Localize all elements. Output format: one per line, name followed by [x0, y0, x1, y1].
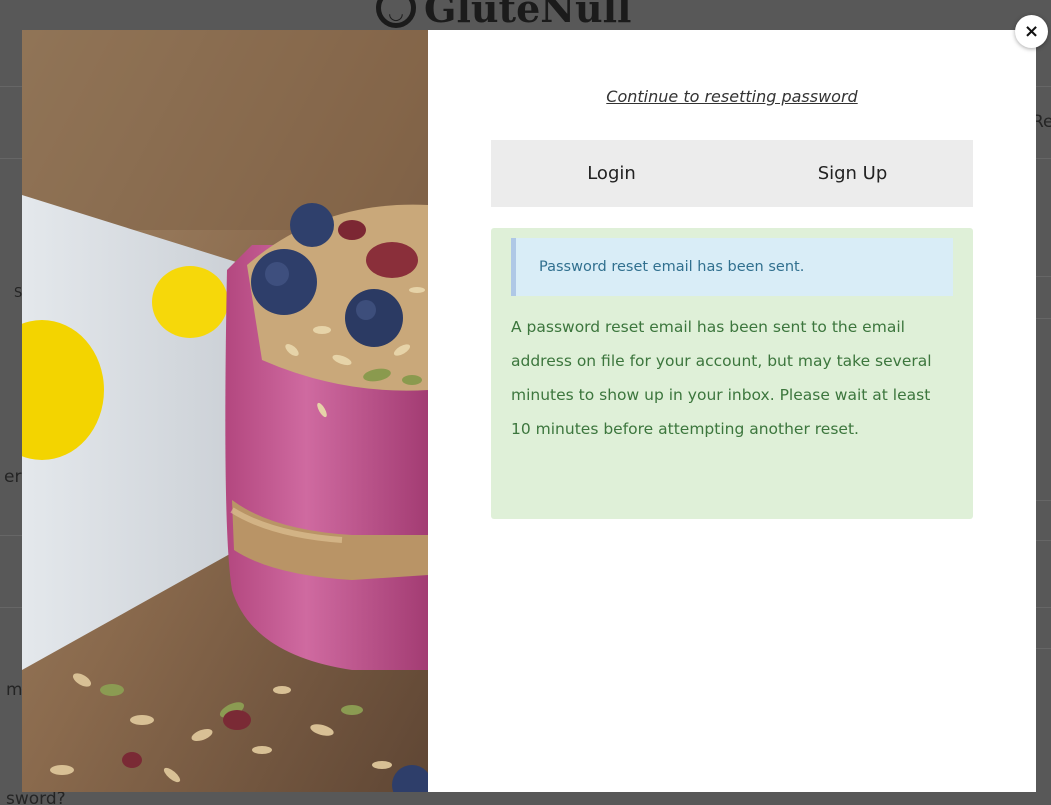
- apple-logo-icon: ◡: [376, 0, 416, 28]
- bg-divider: [0, 535, 22, 536]
- bg-divider: [1036, 276, 1051, 277]
- bg-divider: [1036, 318, 1051, 319]
- modal-content: Continue to resetting password Login Sig…: [428, 30, 1036, 792]
- close-modal-button[interactable]: ×: [1015, 15, 1048, 48]
- tab-login[interactable]: Login: [491, 140, 732, 207]
- auth-tabs: Login Sign Up: [491, 140, 973, 207]
- site-logo-text: GluteNull: [424, 0, 632, 31]
- bg-divider: [1036, 607, 1051, 608]
- smoothie-photo: [22, 30, 428, 792]
- bg-text-fragment: er: [4, 467, 22, 487]
- smoothie-photo-illustration: [22, 30, 428, 792]
- bg-divider: [0, 607, 22, 608]
- close-icon: ×: [1023, 20, 1040, 42]
- password-reset-notice: Password reset email has been sent.: [511, 238, 953, 296]
- password-reset-notice-text: Password reset email has been sent.: [539, 259, 805, 275]
- password-reset-message: A password reset email has been sent to …: [511, 318, 932, 438]
- bg-divider: [1036, 500, 1051, 501]
- tab-sign-up[interactable]: Sign Up: [732, 140, 973, 207]
- bg-divider: [1036, 648, 1051, 649]
- bg-text-fragment: m: [6, 680, 23, 700]
- bg-divider: [1036, 540, 1051, 541]
- auth-modal: Continue to resetting password Login Sig…: [22, 30, 1036, 792]
- password-reset-success-box: Password reset email has been sent. A pa…: [491, 228, 973, 519]
- site-logo: ◡ GluteNull: [376, 0, 686, 31]
- continue-resetting-password-link[interactable]: Continue to resetting password: [428, 87, 1036, 106]
